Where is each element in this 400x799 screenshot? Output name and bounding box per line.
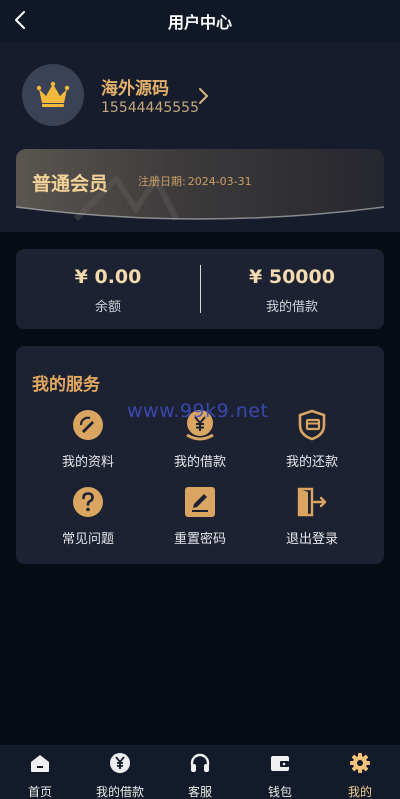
wallet-icon (271, 756, 289, 771)
profile-edit-icon (73, 410, 103, 440)
question-icon (73, 487, 103, 517)
tab-customer-service[interactable]: 客服 (160, 745, 240, 799)
balance-label: 余额 (94, 300, 121, 315)
tab-label: 我的借款 (95, 785, 144, 799)
service-label: 我的借款 (173, 455, 226, 470)
loan-label: 我的借款 (265, 300, 318, 315)
pencil-icon (185, 487, 215, 517)
chevron-right-icon[interactable] (196, 86, 212, 106)
tab-label: 首页 (27, 785, 52, 799)
headset-icon (190, 753, 210, 772)
service-reset-password[interactable]: 重置密码 (145, 485, 255, 547)
services-card: 我的服务 我的资料 我的借款 我的还款 常见问题 重置密码 退出登录 (16, 346, 384, 564)
tab-wallet[interactable]: 钱包 (240, 745, 320, 799)
register-date: 注册日期: 2024-03-31 (136, 173, 252, 189)
service-logout[interactable]: 退出登录 (257, 485, 367, 547)
membership-level: 普通会员 (32, 173, 109, 195)
page-title: 用户中心 (167, 13, 232, 32)
balance-value: ¥ 0.00 (74, 266, 142, 288)
service-faq[interactable]: 常见问题 (33, 485, 143, 547)
loan-value: ¥ 50000 (249, 266, 335, 288)
balance-available[interactable]: ¥ 0.00 余额 (16, 249, 200, 329)
yen-icon (110, 753, 130, 773)
register-date-label: 注册日期: (138, 175, 186, 188)
home-icon (31, 755, 49, 772)
service-my-repayment[interactable]: 我的还款 (257, 408, 367, 470)
gear-icon (350, 753, 370, 773)
services-title: 我的服务 (32, 375, 100, 395)
logout-icon (297, 487, 327, 517)
service-label: 我的资料 (61, 455, 114, 470)
avatar[interactable] (22, 64, 84, 126)
balance-card: ¥ 0.00 余额 ¥ 50000 我的借款 (16, 249, 384, 329)
tab-label: 钱包 (267, 785, 292, 799)
repayment-card-icon (298, 409, 326, 441)
user-phone: 15544445555 (101, 100, 199, 116)
watermark: www.99k9.net (127, 400, 269, 422)
balance-loan[interactable]: ¥ 50000 我的借款 (200, 249, 384, 329)
tab-my-loan[interactable]: 我的借款 (80, 745, 160, 799)
bottom-tab-bar: 首页 我的借款 客服 钱包 我的 (0, 745, 400, 799)
service-label: 退出登录 (285, 532, 338, 547)
top-nav-bar: 用户中心 (0, 0, 400, 42)
chevron-left-icon[interactable] (10, 9, 32, 31)
tab-label: 客服 (187, 785, 212, 799)
tab-label: 我的 (347, 785, 372, 799)
crown-icon (36, 81, 70, 107)
service-label: 常见问题 (61, 532, 114, 547)
service-label: 重置密码 (173, 532, 226, 547)
membership-card[interactable]: 普通会员 注册日期: 2024-03-31 (16, 149, 384, 227)
user-name[interactable]: 海外源码 (101, 74, 169, 99)
tab-mine[interactable]: 我的 (320, 745, 400, 799)
register-date-value: 2024-03-31 (187, 175, 252, 188)
tab-home[interactable]: 首页 (0, 745, 80, 799)
service-label: 我的还款 (285, 455, 338, 470)
profile-section: 海外源码 15544445555 普通会员 注册日期: 2024-03-31 (0, 42, 400, 232)
